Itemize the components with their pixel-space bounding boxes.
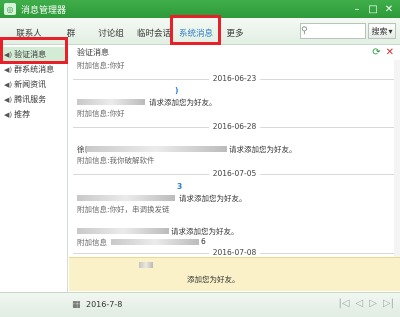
list-item: 附加信息:我你破解软件 [69, 155, 400, 167]
search-icon: ⚲ [301, 26, 308, 36]
redacted-text [85, 146, 227, 152]
chevron-down-icon: ▾ [388, 26, 393, 36]
message-text: 请求添加您为好友。 [171, 227, 239, 236]
sidebar-item-recommend[interactable]: ◀) 推荐 [0, 107, 67, 122]
panel-header: 验证消息 ⟳ ✕ [69, 45, 400, 60]
sidebar-item-label: 新闻资讯 [14, 80, 47, 89]
footer-bar: ▦ 2016-7-8 |◁ ◁ ▷ ▷| [0, 292, 400, 317]
sidebar-item-label: 群系统消息 [14, 65, 55, 74]
message-text: 请求添加您为好友。 [149, 98, 217, 107]
pagination: |◁ ◁ ▷ ▷| [338, 298, 394, 309]
sidebar-item-group-system[interactable]: ◀) 群系统消息 [0, 62, 67, 77]
list-item: 附加信息:你好 [69, 60, 400, 72]
panel-title: 验证消息 [77, 48, 109, 57]
list-item: 附加信息:你好，串调换发链 [69, 204, 400, 216]
redacted-text [111, 239, 199, 245]
date-separator: 2016-06-23 [73, 74, 396, 84]
speaker-icon: ◀) [4, 65, 13, 74]
last-page-icon[interactable]: ▷| [383, 298, 394, 309]
speaker-icon: ◀) [4, 110, 13, 119]
window-title: 消息管理器 [21, 5, 67, 16]
minimize-button[interactable]: – [350, 2, 364, 16]
message-text: 附加信息:你好 [77, 61, 125, 70]
speaker-icon: ◀) [4, 80, 13, 89]
redacted-text [77, 99, 145, 105]
sender-id: 3 [177, 182, 183, 191]
delete-icon[interactable]: ✕ [386, 47, 394, 58]
sidebar-item-news[interactable]: ◀) 新闻资讯 [0, 77, 67, 92]
message-text: 6 [201, 237, 206, 246]
calendar-icon[interactable]: ▦ [72, 300, 81, 310]
refresh-icon[interactable]: ⟳ [372, 47, 380, 58]
sidebar-item-tencent-service[interactable]: ◀) 腾讯服务 [0, 92, 67, 107]
sender-id: ) [175, 86, 179, 95]
sidebar-item-label: 腾讯服务 [14, 95, 47, 104]
highlight-box [0, 37, 68, 64]
search-button-label: 搜索 [371, 26, 388, 36]
message-text: 附加信息:我你破解软件 [77, 156, 155, 165]
message-text: 附加信息 [77, 238, 107, 247]
redacted-text [77, 195, 175, 201]
highlight-box [170, 15, 221, 45]
search-input[interactable] [309, 24, 362, 38]
list-item: 附加信息:你好 [69, 108, 400, 120]
close-button[interactable]: ✕ [382, 2, 396, 16]
tab-more[interactable]: 更多 [222, 24, 248, 41]
next-page-icon[interactable]: ▷ [369, 298, 377, 309]
tab-discussion[interactable]: 讨论组 [90, 24, 132, 41]
first-page-icon[interactable]: |◁ [338, 298, 349, 309]
speaker-icon: ◀) [4, 95, 13, 104]
selected-message[interactable]: 添加您为好友。 [69, 257, 400, 291]
search-box[interactable]: ⚲ [300, 23, 366, 39]
redacted-text [139, 262, 153, 268]
message-panel: 验证消息 ⟳ ✕ 附加信息:你好 2016-06-23 ) 请求添加您为好友。 … [69, 45, 400, 292]
date-label: 2016-06-23 [208, 74, 261, 83]
date-label: 2016-07-05 [208, 169, 261, 178]
date-label: 2016-06-28 [208, 122, 261, 131]
app-icon: ◎ [4, 3, 16, 15]
redacted-text [77, 228, 169, 234]
prev-page-icon[interactable]: ◁ [356, 298, 364, 309]
date-separator: 2016-06-28 [73, 122, 396, 132]
date-separator: 2016-07-05 [73, 169, 396, 179]
message-text: 附加信息:你好 [77, 109, 125, 118]
maximize-button[interactable]: □ [366, 2, 380, 16]
tab-temp-chat[interactable]: 临时会话 [134, 24, 174, 41]
message-text: 添加您为好友。 [187, 275, 240, 284]
message-text: 请求添加您为好友。 [179, 194, 247, 203]
message-text: 请求添加您为好友。 [229, 145, 297, 154]
scrollbar[interactable] [394, 60, 400, 257]
sidebar: ◀) 验证消息 ◀) 群系统消息 ◀) 新闻资讯 ◀) 腾讯服务 ◀) 推荐 [0, 37, 68, 292]
sidebar-item-label: 推荐 [14, 110, 31, 119]
search-button[interactable]: 搜索 ▾ [368, 23, 396, 39]
date-label: 2016-07-08 [208, 248, 261, 257]
current-date: 2016-7-8 [86, 300, 123, 309]
message-text: 附加信息:你好，串调换发链 [77, 205, 170, 214]
